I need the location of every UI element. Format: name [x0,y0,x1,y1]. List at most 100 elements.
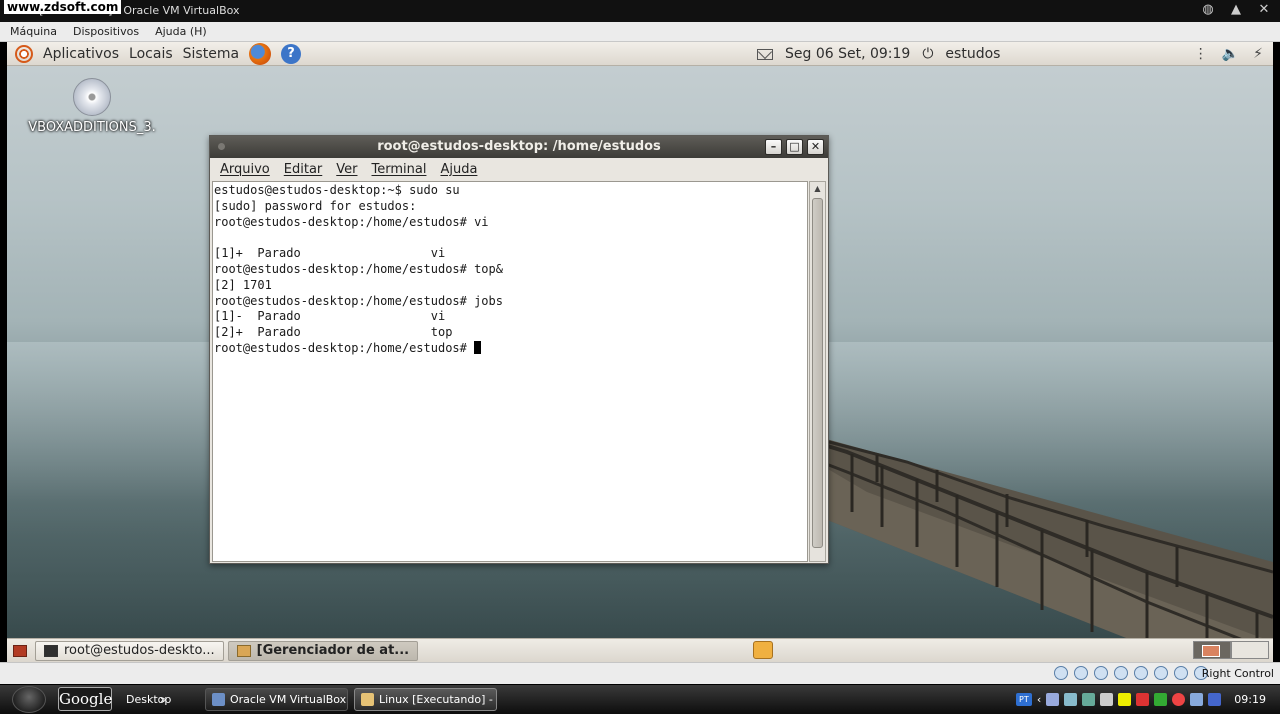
display-icon[interactable] [1154,666,1168,680]
desktop-icon-label: VBOXADDITIONS_3. [28,120,156,135]
network-adapter-icon[interactable] [1114,666,1128,680]
terminal-line: [sudo] password for estudos: [214,198,417,213]
terminal-prompt: root@estudos-desktop:/home/estudos# [214,340,475,355]
language-indicator[interactable]: PT [1015,693,1032,706]
system-tray: PT ‹ 09:19 [1015,685,1280,714]
terminal-titlebar[interactable]: root@estudos-desktop: /home/estudos – □ … [210,136,828,158]
panel-user[interactable]: estudos [945,46,1000,62]
host-titlebar: Linux [Executando] - Oracle VM VirtualBo… [0,0,1280,22]
vm-icon [361,693,374,706]
task-label: [Gerenciador de at... [256,643,410,658]
taskbar-clock[interactable]: 09:19 [1234,693,1266,706]
task-file-manager[interactable]: [Gerenciador de at... [227,640,419,661]
window-menu-icon[interactable] [218,143,225,150]
taskbar-linux-vm[interactable]: Linux [Executando] - ... [354,688,497,711]
terminal-line: [2] 1701 [214,277,272,292]
gnome-top-panel: Aplicativos Locais Sistema ? Seg 06 Set,… [7,42,1273,66]
text-cursor [474,340,482,354]
tray-icon[interactable] [1100,693,1114,706]
terminal-icon [44,644,58,657]
host-menu-ajuda[interactable]: Ajuda (H) [155,25,207,38]
guest-desktop: Aplicativos Locais Sistema ? Seg 06 Set,… [7,42,1273,662]
gnome-bottom-panel: root@estudos-deskto... [Gerenciador de a… [7,638,1273,662]
taskbar-label: Linux [Executando] - ... [379,693,493,706]
host-menu-maquina[interactable]: Máquina [10,25,57,38]
terminal-line: root@estudos-desktop:/home/estudos# vi [214,214,489,229]
terminal-line: root@estudos-desktop:/home/estudos# jobs [214,293,503,308]
update-notifier-icon[interactable] [753,641,773,659]
task-terminal[interactable]: root@estudos-deskto... [35,640,224,661]
tray-icon[interactable] [1172,693,1186,706]
watermark: www.zdsoft.com [4,0,122,14]
virtualbox-icon [212,693,225,706]
terminal-line: [1]- Parado vi [214,309,446,324]
taskbar-virtualbox[interactable]: Oracle VM VirtualBox [205,688,348,711]
taskbar-label: Oracle VM VirtualBox [230,693,347,706]
task-label: root@estudos-deskto... [64,643,215,658]
hdd-icon[interactable] [1054,666,1068,680]
terminal-menubar: Arquivo Editar Ver Terminal Ajuda [210,158,828,180]
host-maximize-icon[interactable]: ▲ [1228,2,1244,18]
terminal-line: [2]+ Parado top [214,325,453,340]
show-desktop-icon[interactable] [13,644,27,657]
minimize-button[interactable]: – [765,139,782,155]
mail-icon[interactable] [757,48,773,60]
ubuntu-logo-icon[interactable] [15,45,33,63]
cd-icon [73,78,111,116]
tray-icon[interactable] [1208,693,1222,706]
close-button[interactable]: ✕ [807,139,824,155]
tray-icon[interactable] [1064,693,1078,706]
menu-locais[interactable]: Locais [129,46,173,62]
panel-clock[interactable]: Seg 06 Set, 09:19 [785,46,910,62]
toolbar-expand-icon[interactable]: » [160,688,167,711]
firefox-icon[interactable] [249,43,272,65]
desktop-icon-vboxadditions[interactable]: VBOXADDITIONS_3. [27,78,157,135]
tray-icon[interactable] [1154,693,1168,706]
scroll-up-icon[interactable]: ▲ [810,182,825,196]
menu-sistema[interactable]: Sistema [183,46,239,62]
host-menubar: Máquina Dispositivos Ajuda (H) [0,22,1280,42]
tray-expand-icon[interactable]: ‹ [1037,693,1041,706]
host-menu-dispositivos[interactable]: Dispositivos [73,25,139,38]
workspace-switcher[interactable] [1193,641,1269,659]
terminal-line: estudos@estudos-desktop:~$ sudo su [214,183,460,197]
terminal-line: [1]+ Parado vi [214,246,446,261]
terminal-window[interactable]: root@estudos-desktop: /home/estudos – □ … [209,135,829,564]
virtualization-icon[interactable] [1174,666,1188,680]
windows-taskbar: Google Desktop » Oracle VM VirtualBox Li… [0,685,1280,714]
menu-arquivo[interactable]: Arquivo [220,162,270,177]
tray-icon[interactable] [1118,693,1132,706]
tray-icon[interactable] [1136,693,1150,706]
workspace-1[interactable] [1193,641,1231,659]
start-button[interactable] [12,686,46,713]
cd-drive-icon[interactable] [1074,666,1088,680]
menu-ver[interactable]: Ver [336,162,357,177]
tray-icon[interactable] [1190,693,1204,706]
host-circle-icon[interactable]: ◍ [1200,2,1216,18]
workspace-2[interactable] [1231,641,1269,659]
menu-editar[interactable]: Editar [284,162,323,177]
panel-handle-icon: ⋮ [1193,46,1208,62]
folder-icon [236,644,251,657]
tray-icon[interactable] [1046,693,1060,706]
usb-icon[interactable] [1094,666,1108,680]
power-icon[interactable]: ⏻ [922,46,933,62]
tray-icon[interactable] [1082,693,1096,706]
help-icon[interactable]: ? [281,44,302,64]
shared-folder-icon[interactable] [1134,666,1148,680]
vbox-statusbar: Right Control [0,662,1280,684]
terminal-scrollbar[interactable]: ▲ [809,181,826,562]
menu-terminal[interactable]: Terminal [372,162,427,177]
maximize-button[interactable]: □ [786,139,803,155]
terminal-output[interactable]: estudos@estudos-desktop:~$ sudo su [sudo]… [212,181,808,562]
volume-icon[interactable]: 🔈 [1222,46,1239,62]
terminal-title: root@estudos-desktop: /home/estudos [377,139,661,154]
terminal-prompt-line[interactable]: root@estudos-desktop:/home/estudos# [214,340,807,357]
host-key-label: Right Control [1201,667,1274,680]
menu-aplicativos[interactable]: Aplicativos [43,46,119,62]
host-close-icon[interactable]: ✕ [1256,2,1272,18]
scrollbar-thumb[interactable] [812,198,823,548]
menu-ajuda[interactable]: Ajuda [440,162,477,177]
network-icon[interactable]: ⚡ [1253,46,1263,62]
